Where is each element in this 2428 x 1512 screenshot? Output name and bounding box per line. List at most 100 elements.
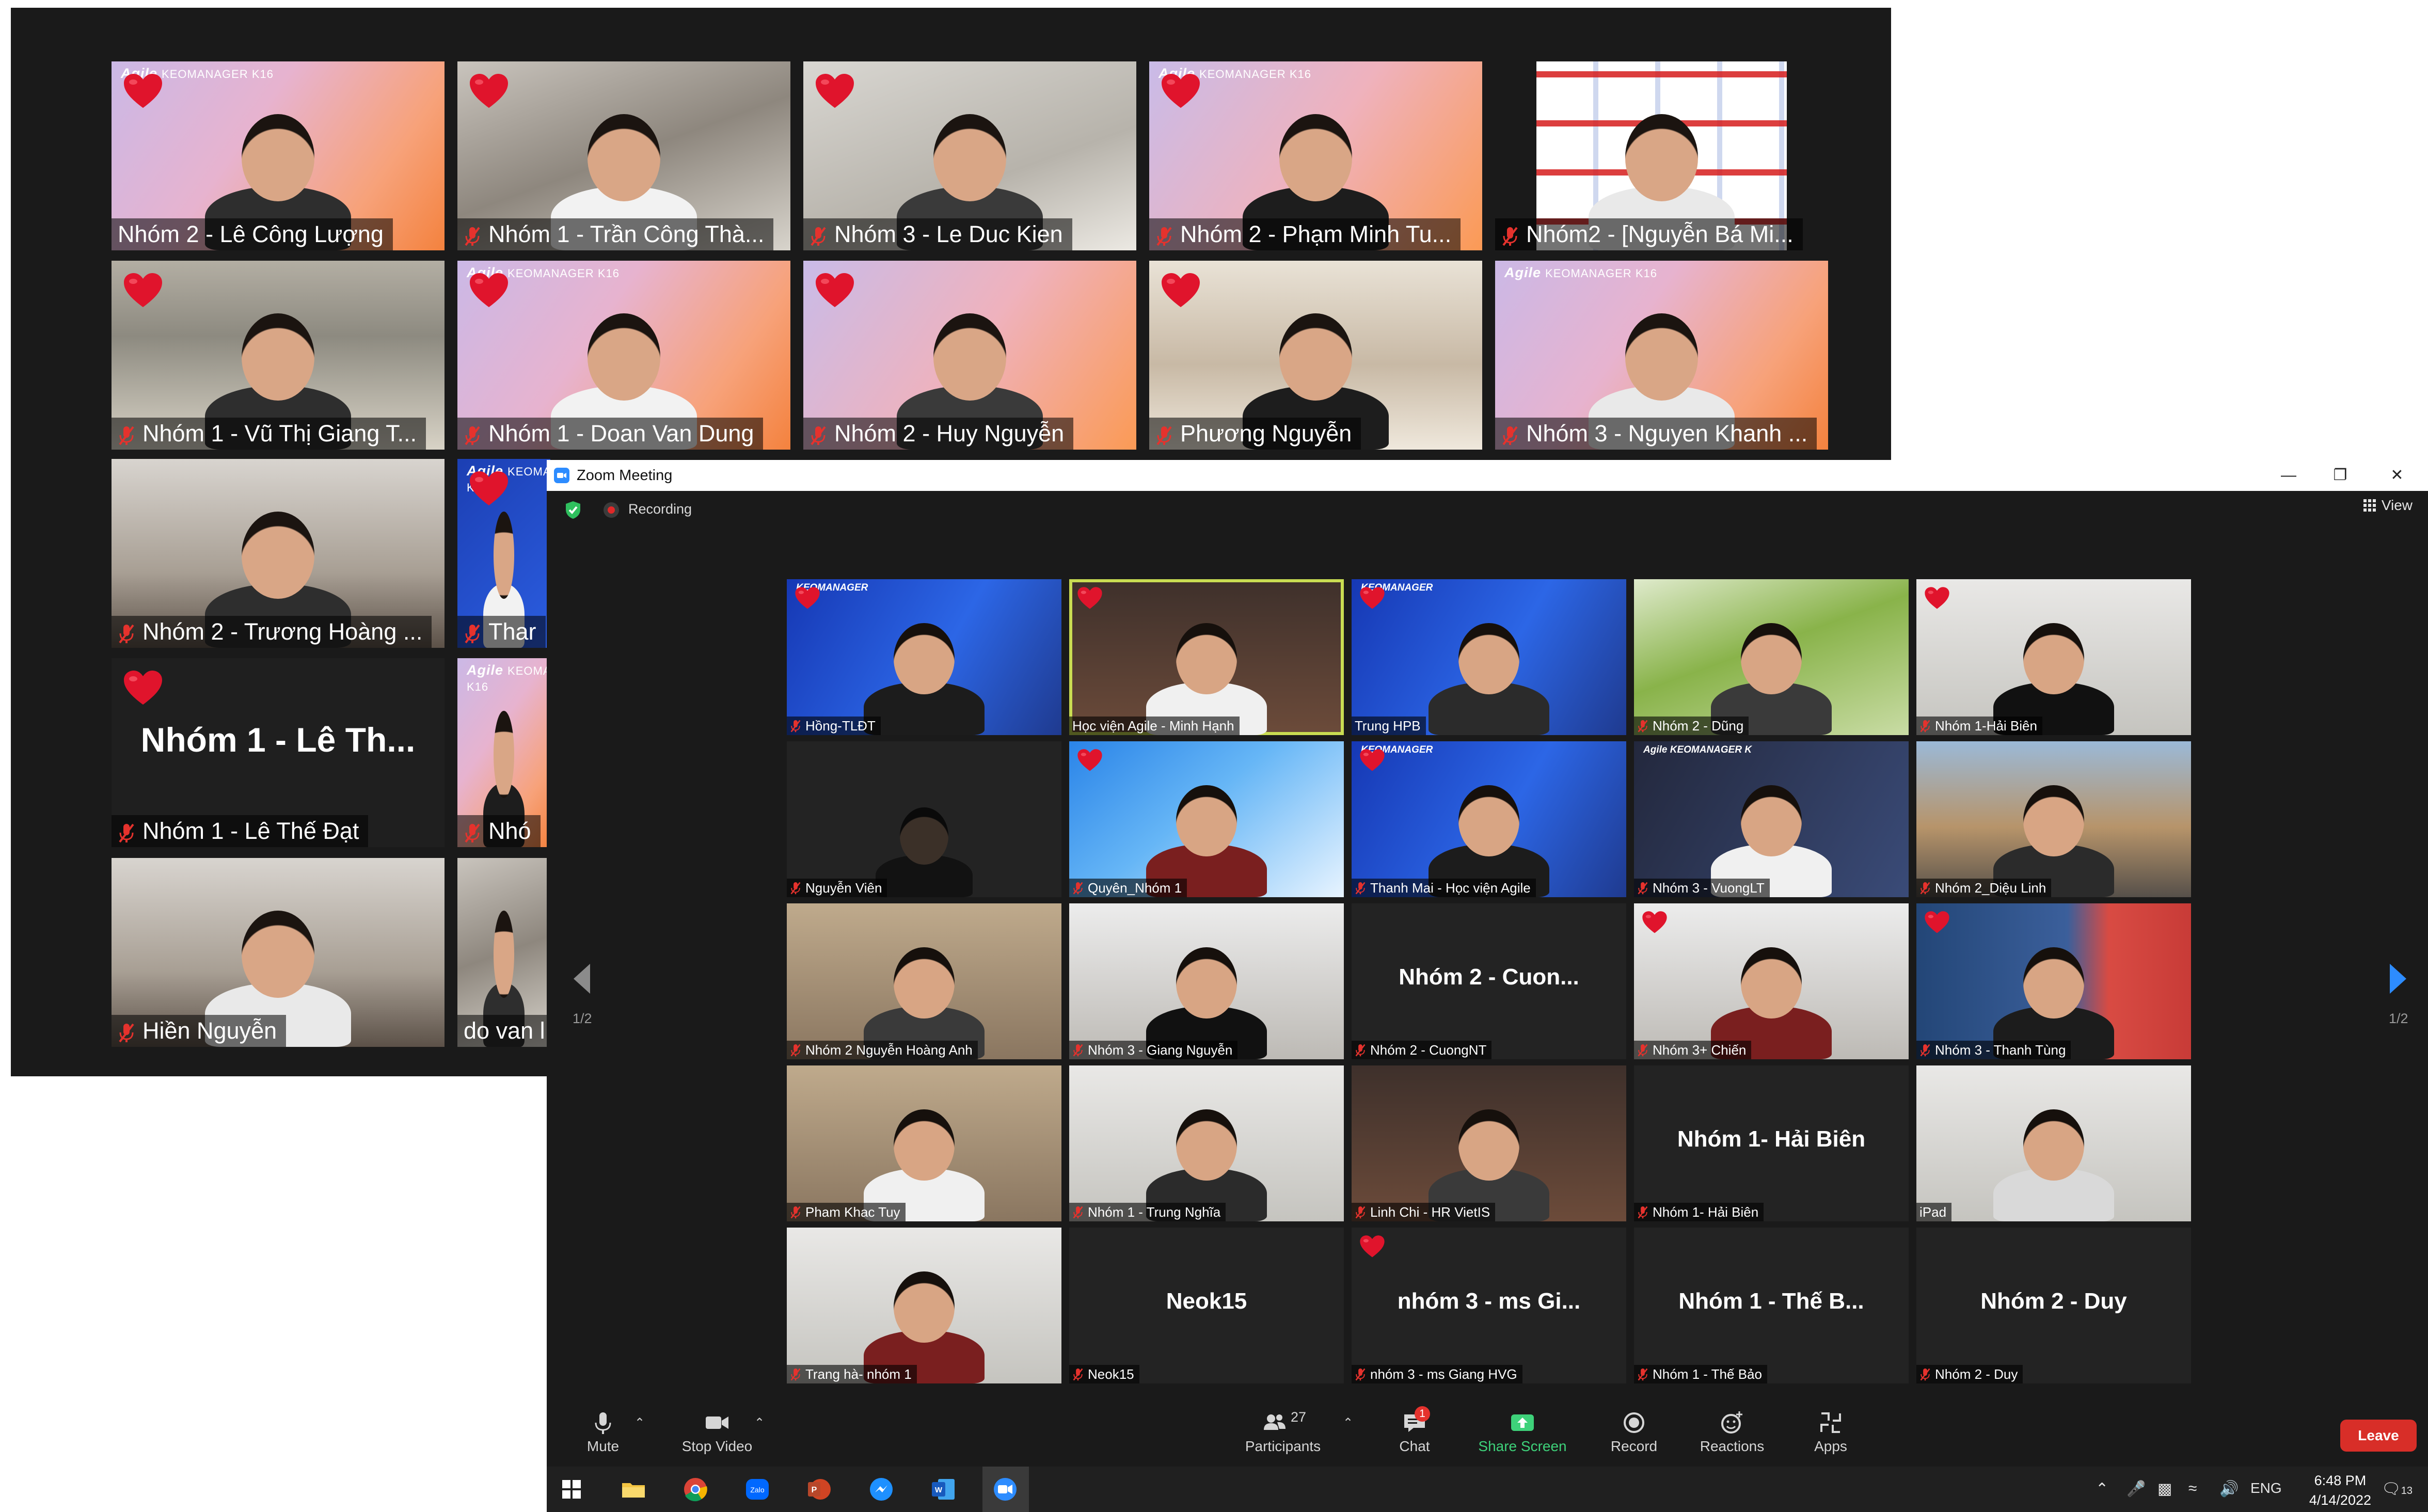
participant-tile[interactable]: Phương Nguyễn (1149, 261, 1482, 450)
chrome-icon[interactable] (681, 1475, 710, 1504)
share-screen-button[interactable]: Share Screen (1476, 1408, 1569, 1455)
video-options-caret-icon[interactable]: ⌃ (754, 1415, 765, 1430)
participant-tile[interactable]: Agile KEOMANAGER K16 Nhóm 1 - Doan Van Dun… (457, 261, 790, 450)
participant-tile[interactable]: Nhóm 1 - Thế B... Nhóm 1 - Thế Bảo (1634, 1228, 1909, 1383)
participant-tile[interactable]: iPad (1916, 1065, 2191, 1221)
participant-tile[interactable]: Nhóm 2 Nguyễn Hoàng Anh (787, 903, 1061, 1059)
audio-options-caret-icon[interactable]: ⌃ (634, 1415, 645, 1430)
participant-name: Nhóm 1- Hải Biên (1653, 1204, 1759, 1220)
participant-tile[interactable]: KEOMANAGER Trung HPB (1352, 579, 1626, 735)
participant-tile[interactable]: Quyên_Nhóm 1 (1069, 741, 1344, 897)
participant-tile[interactable]: Nhóm 1 - Vũ Thị Giang T... (112, 261, 445, 450)
file-explorer-icon[interactable] (619, 1475, 648, 1504)
encryption-shield-icon[interactable] (564, 500, 582, 520)
window-title: Zoom Meeting (577, 467, 673, 484)
participant-name: iPad (1919, 1204, 1947, 1220)
participant-tile[interactable]: Nhóm 1- Hải Biên Nhóm 1- Hải Biên (1634, 1065, 1909, 1221)
battery-icon[interactable]: ▩ (2157, 1480, 2172, 1498)
participant-tile[interactable]: AgileKEOMANAGER K16Thar (457, 459, 550, 648)
notifications-icon[interactable]: 🗨13 (2382, 1480, 2413, 1498)
participant-tile[interactable]: Nhóm 1-Hải Biên (1916, 579, 2191, 735)
mute-button[interactable]: Mute (564, 1408, 642, 1455)
leave-button[interactable]: Leave (2340, 1420, 2417, 1452)
windows-taskbar: Zalo P W ⌃ 🎤 ▩ ≈ 🔊 ENG 6:48 PM 4/14/2022… (547, 1467, 2428, 1512)
active-speaker-tile[interactable]: Học viện Agile - Minh Hạnh (1069, 579, 1344, 735)
participants-caret-icon[interactable]: ⌃ (1343, 1415, 1353, 1430)
participant-tile[interactable]: Nhóm 2 - Dũng (1634, 579, 1909, 735)
participant-tile[interactable]: Nhóm 1 - Lê Th... Nhóm 1 - Lê Thế Đạt (112, 658, 445, 847)
participant-name-label: Trung HPB (1352, 717, 1426, 735)
participant-name: nhóm 3 - ms Giang HVG (1370, 1366, 1517, 1382)
participant-tile[interactable]: Nhóm 2 - Cuon... Nhóm 2 - CuongNT (1352, 903, 1626, 1059)
participant-tile[interactable]: nhóm 3 - ms Gi... nhóm 3 - ms Giang HVG (1352, 1228, 1626, 1383)
muted-microphone-icon (464, 224, 481, 246)
participant-name-label: Nhóm 1 - Doan Van Dung (457, 418, 764, 450)
windows-start-icon[interactable] (557, 1475, 586, 1504)
page-indicator-left: 1/2 (573, 1011, 592, 1026)
muted-microphone-icon (1155, 423, 1173, 445)
chat-button[interactable]: 1 Chat (1376, 1406, 1453, 1455)
zoom-taskbar-icon[interactable] (991, 1475, 1020, 1504)
participant-name-label: Neok15 (1069, 1365, 1139, 1383)
previous-page-arrow-icon[interactable] (563, 956, 599, 1002)
participant-tile[interactable]: Nhóm 3 - Le Duc Kien (803, 61, 1136, 250)
participant-tile[interactable]: Nhóm 2 - Trương Hoàng ... (112, 459, 445, 648)
recording-icon[interactable] (604, 502, 619, 518)
muted-microphone-icon (1355, 1043, 1366, 1057)
muted-microphone-icon (1072, 1043, 1084, 1057)
heart-reaction-icon (794, 586, 821, 610)
participant-name-label: Nguyễn Viên (787, 879, 887, 897)
volume-icon[interactable]: 🔊 (2219, 1480, 2239, 1498)
heart-reaction-icon (1161, 272, 1201, 309)
participant-tile[interactable]: Nhóm 1 - Trần Công Thà... (457, 61, 790, 250)
powerpoint-icon[interactable]: P (805, 1475, 834, 1504)
zalo-icon[interactable]: Zalo (743, 1475, 772, 1504)
participant-tile[interactable]: Nhóm 3 - Giang Nguyễn (1069, 903, 1344, 1059)
participant-display-name: nhóm 3 - ms Gi... (1397, 1288, 1581, 1314)
participant-tile[interactable]: AgileKEOMANAGER K16 Nhó (457, 658, 550, 847)
participant-tile[interactable]: Hiền Nguyễn (112, 858, 445, 1047)
participant-name: Nhóm 1 - Doan Van Dung (488, 420, 754, 447)
participant-tile[interactable]: Trang hà- nhóm 1 (787, 1228, 1061, 1383)
restore-button[interactable]: ❐ (2330, 465, 2351, 486)
messenger-icon[interactable] (867, 1475, 896, 1504)
participant-head (2023, 947, 2084, 1019)
participant-name: Nguyễn Viên (805, 880, 882, 896)
participant-tile[interactable]: Agile KEOMANAGER K16 Nhóm 2 - Lê Công Lượn… (112, 61, 445, 250)
participant-tile[interactable]: Nhóm 2 - Huy Nguyễn (803, 261, 1136, 450)
participant-head (494, 911, 514, 998)
taskbar-clock[interactable]: 6:48 PM 4/14/2022 (2309, 1471, 2371, 1510)
participant-tile[interactable]: Agile KEOMANAGER K16 Nhóm 2 - Phạm Minh Tu… (1149, 61, 1482, 250)
participant-head (241, 114, 315, 201)
minimize-button[interactable]: — (2278, 465, 2299, 486)
stop-video-button[interactable]: Stop Video (678, 1408, 756, 1455)
participant-tile[interactable]: KEOMANAGER Hồng-TLĐT (787, 579, 1061, 735)
next-page-arrow-icon[interactable] (2381, 956, 2417, 1002)
participant-tile[interactable]: Agile KEOMANAGER K16 Nhóm 3 - Nguyen Khanh… (1495, 261, 1828, 450)
view-button[interactable]: View (2363, 497, 2413, 514)
participant-tile[interactable]: Neok15 Neok15 (1069, 1228, 1344, 1383)
participant-tile[interactable]: KEOMANAGER Thanh Mai - Học viện Agile (1352, 741, 1626, 897)
participant-name-label: Trang hà- nhóm 1 (787, 1365, 917, 1383)
language-indicator[interactable]: ENG (2250, 1480, 2282, 1497)
close-button[interactable]: ✕ (2387, 465, 2407, 486)
participant-tile[interactable]: Nhóm 1 - Trung Nghĩa (1069, 1065, 1344, 1221)
participants-button[interactable]: 27 Participants (1239, 1408, 1327, 1455)
participant-tile[interactable]: Nhóm 2_Diệu Linh (1916, 741, 2191, 897)
wifi-icon[interactable]: ≈ (2188, 1480, 2197, 1498)
participant-tile[interactable]: Agile KEOMANAGER K Nhóm 3 - VuongLT (1634, 741, 1909, 897)
record-button[interactable]: Record (1595, 1408, 1673, 1455)
participant-tile[interactable]: Linh Chi - HR VietIS (1352, 1065, 1626, 1221)
participant-tile[interactable]: Nhóm 3+ Chiến (1634, 903, 1909, 1059)
participant-tile[interactable]: Nhóm2 - [Nguyễn Bá Mi... (1495, 61, 1828, 250)
participant-tile[interactable]: Nhóm 2 - Duy Nhóm 2 - Duy (1916, 1228, 2191, 1383)
tray-microphone-icon[interactable]: 🎤 (2127, 1480, 2146, 1498)
participant-tile[interactable]: Nguyễn Viên (787, 741, 1061, 897)
word-icon[interactable]: W (929, 1475, 958, 1504)
participant-tile[interactable]: Pham Khac Tuy (787, 1065, 1061, 1221)
participant-tile[interactable]: do van l (457, 858, 550, 1047)
participant-tile[interactable]: Nhóm 3 - Thanh Tùng (1916, 903, 2191, 1059)
show-hidden-icons-caret-icon[interactable]: ⌃ (2096, 1480, 2108, 1498)
apps-button[interactable]: Apps (1792, 1408, 1869, 1455)
reactions-button[interactable]: Reactions (1693, 1408, 1771, 1455)
